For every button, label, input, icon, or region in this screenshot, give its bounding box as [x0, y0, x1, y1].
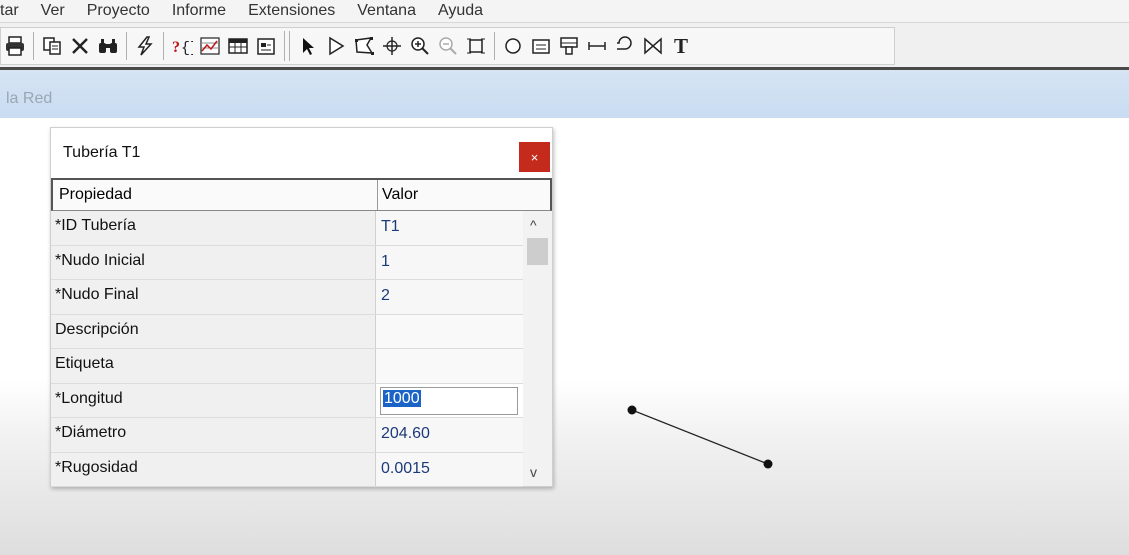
dialog-title: Tubería T1 [63, 144, 141, 161]
map-window-caption[interactable]: la Red [0, 70, 1129, 118]
grid-header: Propiedad Valor [51, 178, 552, 211]
property-grid: Propiedad Valor *ID Tubería T1 *Nudo Ini… [51, 178, 552, 487]
zoom-out-icon[interactable] [434, 31, 462, 61]
graph-icon[interactable] [196, 31, 224, 61]
run-icon[interactable] [131, 31, 159, 61]
add-pump-icon[interactable] [611, 31, 639, 61]
property-row-roughness[interactable]: *Rugosidad 0.0015 [51, 452, 523, 487]
add-tank-icon[interactable] [555, 31, 583, 61]
property-row-id[interactable]: *ID Tubería T1 [51, 211, 523, 246]
property-row-start-node[interactable]: *Nudo Inicial 1 [51, 245, 523, 280]
property-row-length[interactable]: *Longitud 1000 [51, 383, 523, 418]
property-row-end-node[interactable]: *Nudo Final 2 [51, 280, 523, 315]
property-value[interactable] [376, 349, 523, 383]
menu-extensiones[interactable]: Extensiones [248, 2, 335, 20]
add-label-icon[interactable]: T [667, 31, 695, 61]
junction-node-1 [627, 405, 637, 415]
delete-icon[interactable] [66, 31, 94, 61]
property-value[interactable]: T1 [376, 211, 523, 245]
map-window-title: la Red [6, 90, 53, 107]
select-vertex-icon[interactable] [322, 31, 350, 61]
property-row-tag[interactable]: Etiqueta [51, 349, 523, 384]
scrollbar-thumb[interactable] [527, 238, 548, 265]
svg-text:{}: {} [181, 40, 193, 57]
property-value[interactable]: 204.60 [376, 418, 523, 452]
svg-text:?: ? [172, 39, 180, 56]
scroll-down-arrow-icon[interactable]: v [530, 464, 537, 480]
junction-node-2 [763, 459, 773, 469]
add-valve-icon[interactable] [639, 31, 667, 61]
property-label: *Nudo Inicial [51, 245, 376, 279]
add-junction-icon[interactable] [499, 31, 527, 61]
property-value[interactable]: 2 [376, 280, 523, 314]
property-label: *ID Tubería [51, 211, 376, 245]
property-label: Descripción [51, 314, 376, 348]
print-icon[interactable] [1, 31, 29, 61]
scroll-up-arrow-icon[interactable]: ^ [530, 217, 537, 233]
select-object-icon[interactable] [294, 31, 322, 61]
property-row-description[interactable]: Descripción [51, 314, 523, 349]
menu-ventana[interactable]: Ventana [357, 2, 416, 20]
property-value[interactable]: 1 [376, 245, 523, 279]
property-value[interactable] [376, 314, 523, 348]
property-label: Etiqueta [51, 349, 376, 383]
full-extent-icon[interactable] [462, 31, 490, 61]
menu-editar[interactable]: tar [0, 2, 19, 20]
header-value[interactable]: Valor [378, 180, 550, 210]
toolbar-separator [126, 32, 127, 60]
property-label: *Nudo Final [51, 280, 376, 314]
menu-ayuda[interactable]: Ayuda [438, 2, 483, 20]
toolbar-separator [494, 32, 495, 60]
copy-icon[interactable] [38, 31, 66, 61]
zoom-in-icon[interactable] [406, 31, 434, 61]
toolbar: ?{} [0, 22, 1129, 70]
property-value[interactable]: 0.0015 [376, 452, 523, 486]
add-pipe-icon[interactable] [583, 31, 611, 61]
menu-informe[interactable]: Informe [172, 2, 226, 20]
toolbar-strip: ?{} [0, 27, 895, 65]
pan-icon[interactable] [378, 31, 406, 61]
property-editor-dialog: Tubería T1 × Propiedad Valor *ID Tubería… [50, 127, 553, 487]
find-icon[interactable] [94, 31, 122, 61]
toolbar-separator [284, 31, 290, 61]
close-button[interactable]: × [519, 142, 550, 172]
property-label: *Diámetro [51, 418, 376, 452]
header-property[interactable]: Propiedad [53, 180, 378, 210]
property-label: *Longitud [51, 383, 376, 417]
pipe-link [631, 409, 769, 465]
property-label: *Rugosidad [51, 452, 376, 486]
query-icon[interactable]: ?{} [168, 31, 196, 61]
property-row-diameter[interactable]: *Diámetro 204.60 [51, 418, 523, 453]
length-input[interactable]: 1000 [380, 386, 518, 415]
select-region-icon[interactable] [350, 31, 378, 61]
property-rows: *ID Tubería T1 *Nudo Inicial 1 *Nudo Fin… [51, 211, 523, 487]
options-icon[interactable] [252, 31, 280, 61]
toolbar-separator [163, 32, 164, 60]
menu-ver[interactable]: Ver [41, 2, 65, 20]
add-reservoir-icon[interactable] [527, 31, 555, 61]
vertical-scrollbar[interactable]: ^ v [523, 211, 552, 486]
selected-text: 1000 [383, 389, 421, 407]
table-icon[interactable] [224, 31, 252, 61]
menu-proyecto[interactable]: Proyecto [87, 2, 150, 20]
menu-bar: tar Ver Proyecto Informe Extensiones Ven… [0, 0, 1129, 22]
toolbar-separator [33, 32, 34, 60]
property-value-editor: 1000 [376, 383, 523, 417]
